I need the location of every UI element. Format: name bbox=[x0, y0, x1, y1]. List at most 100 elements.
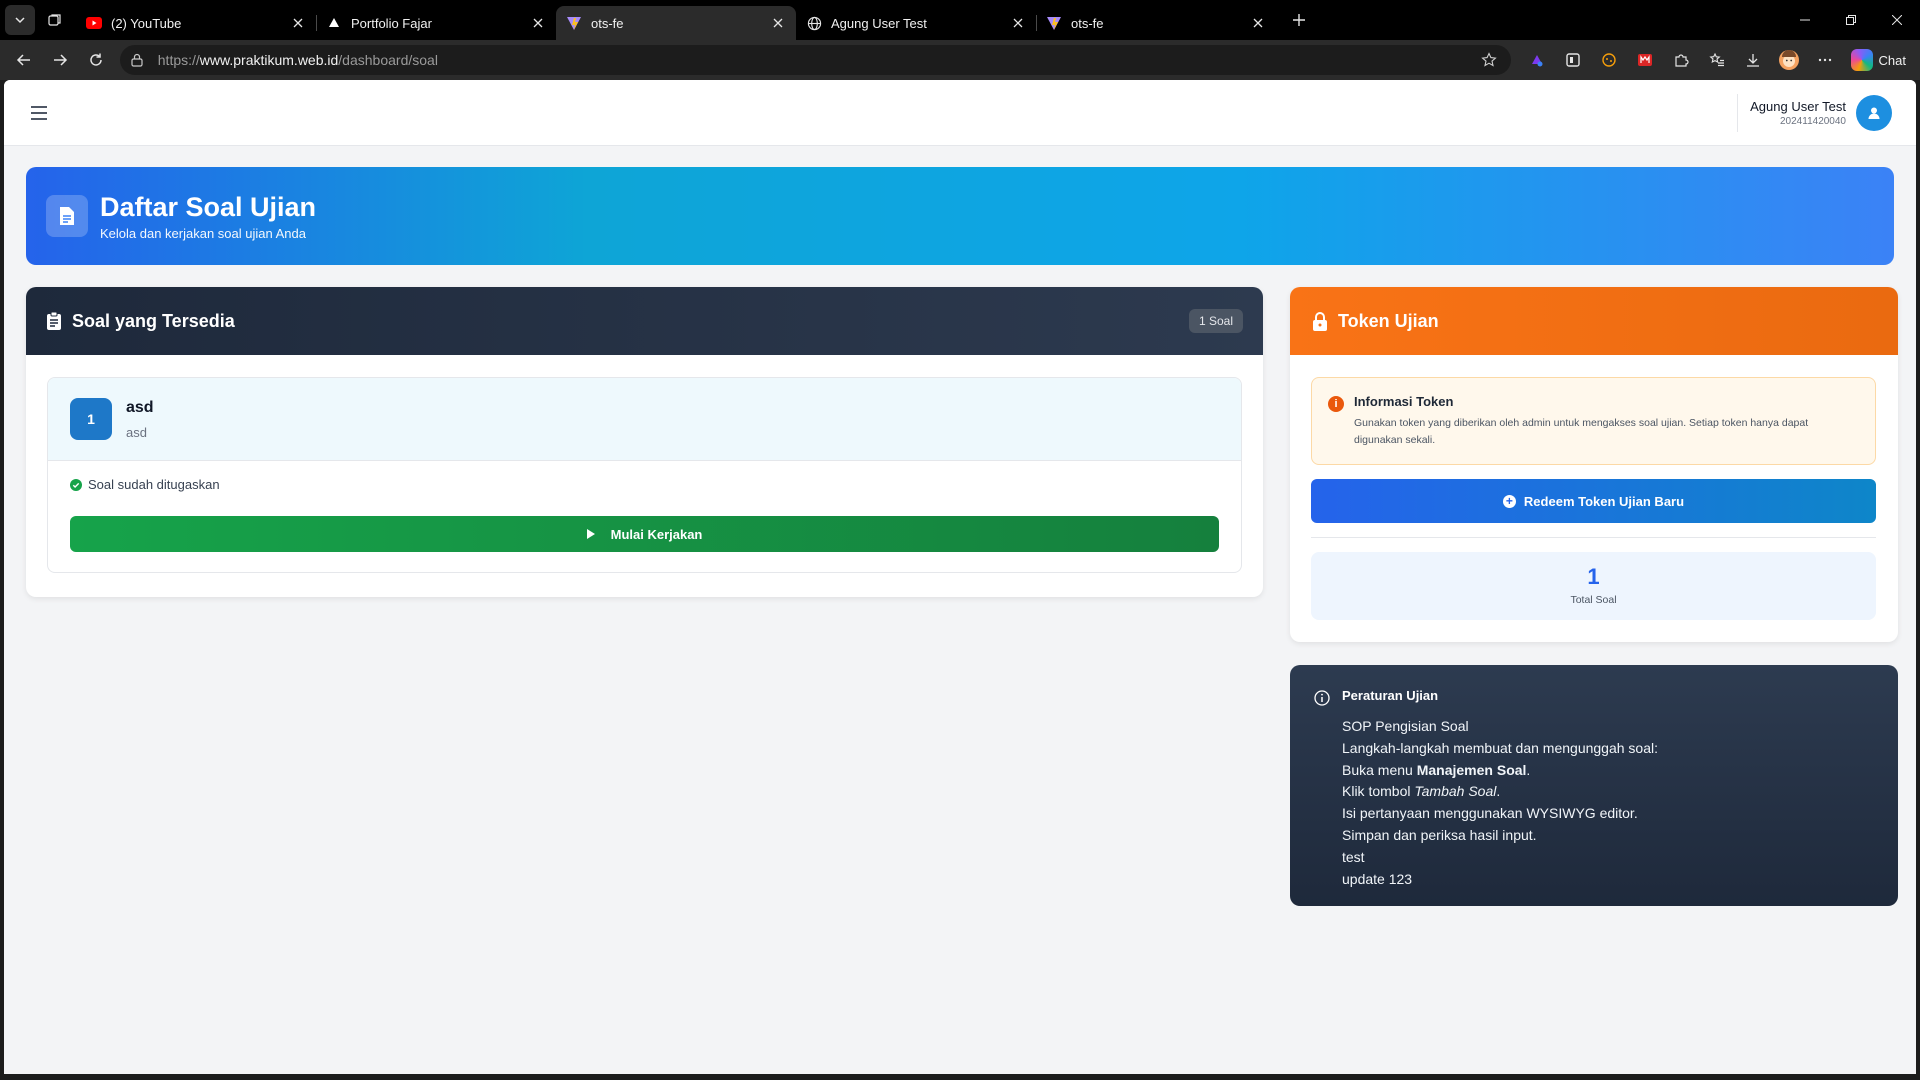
site-info-lock-icon[interactable] bbox=[130, 53, 148, 67]
tab-portfolio-fajar[interactable]: Portfolio Fajar bbox=[316, 6, 556, 40]
user-id: 202411420040 bbox=[1780, 115, 1846, 127]
tab-title: ots-fe bbox=[1071, 15, 1104, 31]
divider bbox=[1311, 537, 1876, 538]
minimize-icon[interactable] bbox=[1782, 0, 1828, 40]
copilot-logo-icon bbox=[1850, 49, 1873, 71]
profile-avatar-icon[interactable] bbox=[1771, 44, 1807, 76]
token-info-text: Gunakan token yang diberikan oleh admin … bbox=[1354, 417, 1809, 446]
url-text: https://www.praktikum.web.id/dashboard/s… bbox=[158, 52, 1481, 68]
url-input[interactable]: https://www.praktikum.web.id/dashboard/s… bbox=[119, 45, 1511, 75]
favorites-list-icon[interactable] bbox=[1699, 44, 1735, 76]
tab-title: (2) YouTube bbox=[111, 15, 182, 31]
total-soal-stat: 1 Total Soal bbox=[1311, 552, 1876, 620]
user-info: Agung User Test 202411420040 bbox=[1750, 99, 1846, 127]
close-icon[interactable] bbox=[1010, 15, 1026, 31]
rule-text: Buka menu bbox=[1342, 761, 1417, 778]
page-subtitle: Kelola dan kerjakan soal ujian Anda bbox=[100, 226, 306, 241]
exam-rules-card: Peraturan Ujian SOP Pengisian Soal Langk… bbox=[1290, 665, 1898, 906]
browser-address-bar: https://www.praktikum.web.id/dashboard/s… bbox=[0, 40, 1920, 80]
tab-title: Agung User Test bbox=[831, 15, 927, 31]
favorite-star-icon[interactable] bbox=[1480, 52, 1501, 68]
extension-box-icon[interactable] bbox=[1555, 44, 1591, 76]
triangle-logo-icon bbox=[326, 15, 342, 31]
restore-icon[interactable] bbox=[1828, 0, 1874, 40]
extensions-puzzle-icon[interactable] bbox=[1663, 44, 1699, 76]
soal-count-badge: 1 Soal bbox=[1188, 309, 1243, 333]
token-info-title: Informasi Token bbox=[1354, 394, 1454, 409]
soal-status: Soal sudah ditugaskan bbox=[48, 461, 1241, 492]
url-prefix: https:// bbox=[157, 52, 200, 68]
url-host: www.praktikum.web.id bbox=[199, 52, 339, 68]
close-icon[interactable] bbox=[290, 15, 306, 31]
close-icon[interactable] bbox=[770, 15, 786, 31]
rule-line: Buka menu Manajemen Soal. bbox=[1342, 760, 1658, 782]
app-header: Agung User Test 202411420040 bbox=[4, 80, 1916, 146]
chat-label: Chat bbox=[1878, 52, 1907, 68]
vite-logo-icon bbox=[566, 15, 582, 31]
tab-actions-chevron-icon[interactable] bbox=[5, 5, 35, 35]
tab-ots-fe[interactable]: ots-fe bbox=[1036, 6, 1276, 40]
start-exam-button[interactable]: Mulai Kerjakan bbox=[70, 516, 1219, 552]
downloads-icon[interactable] bbox=[1735, 44, 1771, 76]
soal-number-badge: 1 bbox=[70, 398, 112, 440]
user-menu[interactable]: Agung User Test 202411420040 bbox=[1737, 93, 1892, 132]
youtube-icon bbox=[86, 15, 102, 31]
rule-italic-text: Tambah Soal bbox=[1414, 783, 1497, 800]
menu-hamburger-icon[interactable] bbox=[28, 102, 50, 124]
total-soal-label: Total Soal bbox=[1570, 594, 1617, 606]
tab-ots-fe-active[interactable]: ots-fe bbox=[556, 6, 796, 40]
url-path: /dashboard/soal bbox=[338, 52, 438, 68]
list-item: 1 asd asd Soal sudah ditugaskan Mulai Ke… bbox=[47, 377, 1242, 573]
forward-arrow-icon[interactable] bbox=[42, 44, 78, 76]
refresh-icon[interactable] bbox=[78, 44, 114, 76]
rule-text: . bbox=[1496, 783, 1501, 800]
extension-cookie-icon[interactable] bbox=[1591, 44, 1627, 76]
lock-icon bbox=[1312, 311, 1328, 331]
clipboard-icon bbox=[46, 311, 62, 331]
tab-youtube[interactable]: (2) YouTube bbox=[76, 6, 316, 40]
total-soal-value: 1 bbox=[1587, 564, 1600, 589]
browser-tab-bar: (2) YouTube Portfolio Fajar ots-fe Agung… bbox=[0, 0, 1920, 40]
token-info-box: i Informasi Token Gunakan token yang dib… bbox=[1311, 377, 1876, 465]
new-tab-plus-icon[interactable] bbox=[1284, 5, 1314, 35]
tab-title: ots-fe bbox=[591, 15, 624, 31]
plus-circle-icon: + bbox=[1502, 494, 1516, 508]
rules-title: Peraturan Ujian bbox=[1342, 688, 1439, 703]
soal-status-text: Soal sudah ditugaskan bbox=[88, 477, 220, 492]
close-icon[interactable] bbox=[1250, 15, 1266, 31]
user-icon bbox=[1868, 107, 1880, 119]
rule-text: Klik tombol bbox=[1342, 783, 1415, 800]
page-viewport: Agung User Test 202411420040 Daftar Soal… bbox=[4, 80, 1916, 1074]
workspaces-icon[interactable] bbox=[40, 5, 70, 35]
extension-purple-icon[interactable] bbox=[1519, 44, 1555, 76]
soal-item-header: 1 asd asd bbox=[48, 378, 1241, 461]
avatar[interactable] bbox=[1856, 94, 1892, 131]
page-hero-banner: Daftar Soal Ujian Kelola dan kerjakan so… bbox=[26, 167, 1894, 265]
rule-line: Simpan dan periksa hasil input. bbox=[1342, 826, 1537, 843]
rule-line: SOP Pengisian Soal bbox=[1342, 718, 1469, 734]
check-circle-icon bbox=[70, 478, 82, 491]
more-options-icon[interactable] bbox=[1807, 44, 1843, 76]
globe-icon bbox=[806, 15, 822, 31]
token-card: Token Ujian i Informasi Token Gunakan to… bbox=[1290, 287, 1898, 642]
soal-title: asd bbox=[126, 398, 154, 416]
token-title: Token Ujian bbox=[1338, 310, 1439, 331]
close-icon[interactable] bbox=[530, 15, 546, 31]
back-arrow-icon[interactable] bbox=[6, 44, 42, 76]
close-window-icon[interactable] bbox=[1874, 0, 1920, 40]
copilot-chat-button[interactable]: Chat bbox=[1843, 45, 1914, 75]
soal-list-header: Soal yang Tersedia 1 Soal bbox=[26, 287, 1263, 355]
redeem-token-button[interactable]: + Redeem Token Ujian Baru bbox=[1311, 479, 1876, 523]
document-icon bbox=[46, 195, 88, 237]
rule-line: update 123 bbox=[1342, 870, 1413, 887]
redeem-token-label: Redeem Token Ujian Baru bbox=[1523, 493, 1685, 509]
tab-agung-user-test[interactable]: Agung User Test bbox=[796, 6, 1036, 40]
info-circle-icon bbox=[1314, 690, 1330, 706]
rule-line: Langkah-langkah membuat dan mengunggah s… bbox=[1342, 739, 1659, 756]
page-title: Daftar Soal Ujian bbox=[100, 192, 317, 222]
rule-line: Isi pertanyaan menggunakan WYSIWYG edito… bbox=[1342, 805, 1638, 822]
start-exam-label: Mulai Kerjakan bbox=[610, 526, 703, 542]
soal-list-title: Soal yang Tersedia bbox=[72, 310, 235, 331]
extension-red-icon[interactable] bbox=[1627, 44, 1663, 76]
vite-logo-icon bbox=[1046, 15, 1062, 31]
